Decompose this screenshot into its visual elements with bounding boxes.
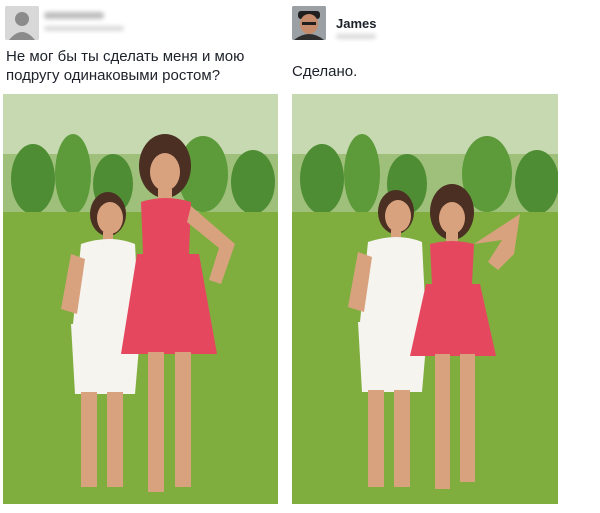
photo-edited (292, 94, 558, 504)
post-header: James (290, 6, 600, 40)
post-text: Не мог бы ты сделать меня и мою подругу … (6, 48, 245, 84)
photo-original (3, 94, 278, 504)
author-name-blurred (44, 12, 104, 19)
user-avatar-icon (292, 6, 326, 40)
post-photo[interactable] (292, 94, 558, 504)
avatar[interactable] (292, 6, 326, 40)
timestamp-blurred (44, 26, 124, 31)
post-text: Сделано. (292, 63, 358, 80)
avatar[interactable] (5, 6, 39, 40)
post-photo[interactable] (3, 94, 278, 504)
author-name[interactable]: James (336, 16, 376, 31)
post-header (0, 6, 290, 40)
user-avatar-icon (5, 6, 39, 40)
timestamp-blurred (336, 34, 376, 39)
